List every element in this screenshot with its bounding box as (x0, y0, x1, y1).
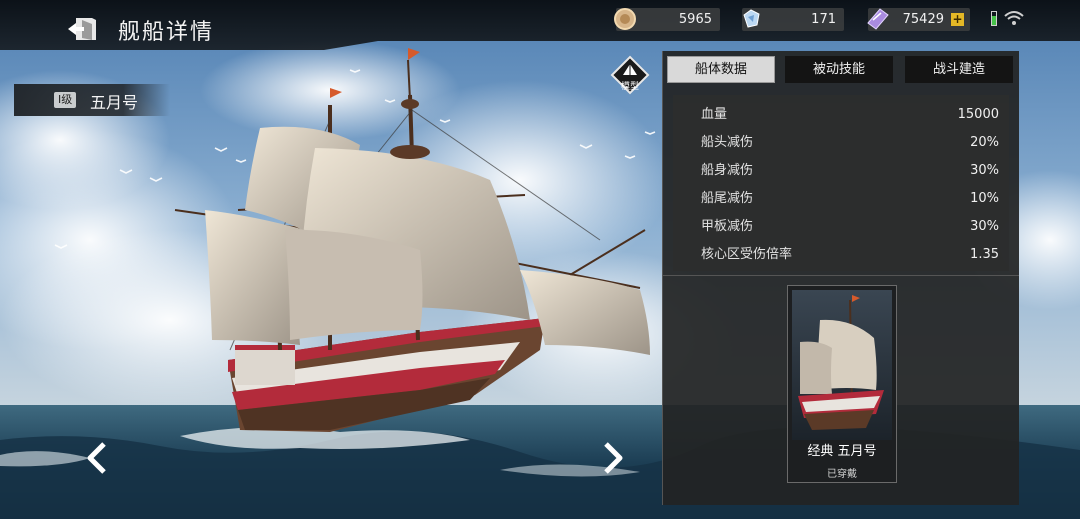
ship-skin-card[interactable]: 经典 五月号 已穿戴 (787, 285, 897, 483)
tab-passive-skills[interactable]: 被动技能 (785, 56, 893, 83)
skin-name: 经典 五月号 (807, 444, 877, 459)
stat-row-bow-reduction: 船头减伤 20% (673, 129, 1009, 157)
gold-value: 5965 (678, 12, 712, 27)
model-button-label: 模型 (620, 82, 639, 92)
stat-value: 20% (970, 135, 999, 150)
stat-value: 30% (970, 219, 999, 234)
battery-icon (991, 11, 997, 26)
ship-name: 五月号 (90, 93, 139, 112)
stat-label: 核心区受伤倍率 (701, 247, 793, 262)
ticket-icon (867, 8, 889, 30)
ticket-value: 75429 (902, 12, 944, 27)
stat-label: 船尾减伤 (701, 191, 754, 206)
diamond-icon (743, 9, 760, 28)
model-view-button[interactable]: 模型 (610, 55, 650, 95)
previous-ship-arrow-icon[interactable] (84, 440, 110, 476)
panel-divider (663, 275, 1019, 276)
stat-row-deck-reduction: 甲板减伤 30% (673, 213, 1009, 241)
ship-name-plate: Ⅰ级 五月号 (14, 84, 170, 116)
next-ship-arrow-icon[interactable] (600, 440, 626, 476)
ship-level-badge: Ⅰ级 (54, 92, 77, 108)
stat-row-stern-reduction: 船尾减伤 10% (673, 185, 1009, 213)
stat-row-core-damage-rate: 核心区受伤倍率 1.35 (673, 241, 1009, 269)
page-title: 舰船详情 (118, 20, 215, 45)
ship-skin-image (792, 290, 892, 440)
gold-resource: 5965 (614, 8, 720, 31)
diamond-value: 171 (811, 12, 836, 27)
stat-label: 血量 (701, 107, 728, 122)
back-button[interactable] (66, 14, 100, 44)
skin-equipped-status: 已穿戴 (827, 469, 857, 480)
stat-value: 1.35 (970, 247, 999, 262)
coin-icon (614, 8, 636, 30)
stat-value: 10% (970, 191, 999, 206)
ticket-resource: 75429 + (867, 8, 970, 31)
add-ticket-button[interactable]: + (951, 13, 964, 26)
ship-info-panel: 船体数据 被动技能 战斗建造 血量 15000 船头减伤 20% 船身减伤 30… (662, 51, 1019, 505)
tab-hull-data[interactable]: 船体数据 (667, 56, 775, 83)
stat-value: 30% (970, 163, 999, 178)
stat-label: 船身减伤 (701, 163, 754, 178)
stat-label: 船头减伤 (701, 135, 754, 150)
tab-battle-build[interactable]: 战斗建造 (905, 56, 1013, 83)
diamond-resource: 171 (742, 8, 844, 31)
hull-stats-list: 血量 15000 船头减伤 20% 船身减伤 30% 船尾减伤 10% 甲板减伤… (673, 95, 1009, 271)
stat-row-hull-reduction: 船身减伤 30% (673, 157, 1009, 185)
wifi-icon (1004, 11, 1024, 25)
stat-label: 甲板减伤 (701, 219, 754, 234)
stat-value: 15000 (957, 107, 999, 122)
stat-row-hp: 血量 15000 (673, 101, 1009, 129)
